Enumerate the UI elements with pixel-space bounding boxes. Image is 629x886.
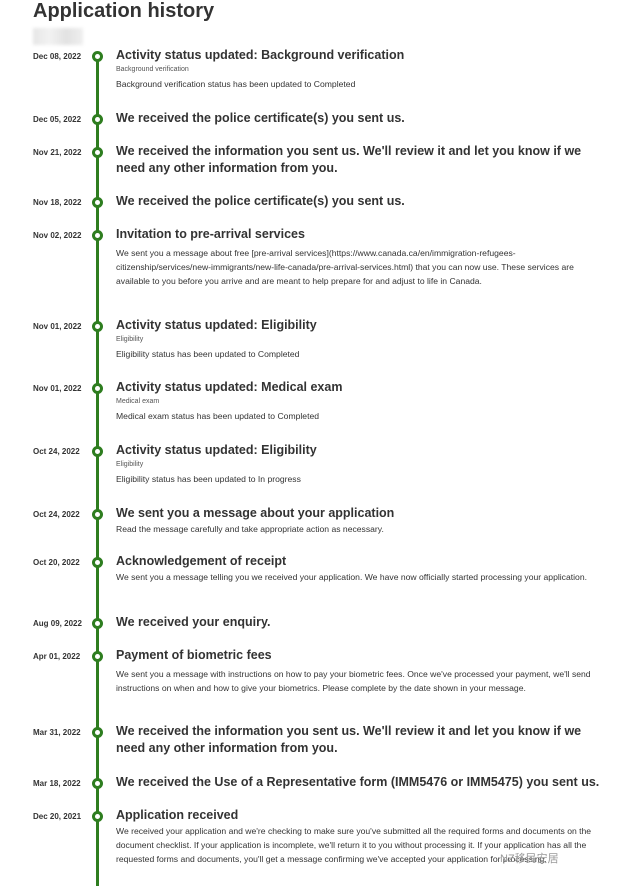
timeline-dot-icon [92,114,103,125]
event-subtitle: Background verification [116,66,189,73]
event-title: We received the information you sent us.… [116,144,582,175]
timeline-dot-icon [92,147,103,158]
timeline-dot-icon [92,618,103,629]
event-title: We received the police certificate(s) yo… [116,111,405,125]
watermark-logo: NZ移民安居 [500,853,559,865]
event-description: Medical exam status has been updated to … [116,411,320,421]
event-description: We sent you a message telling you we rec… [116,572,588,582]
timeline-dot-icon [92,778,103,789]
event-description: Background verification status has been … [116,79,356,89]
event-date: Nov 01, 2022 [33,322,82,331]
timeline-line [96,55,99,886]
event-title: Activity status updated: Medical exam [116,380,343,394]
event-subtitle: Medical exam [116,398,160,405]
timeline-dot-icon [92,446,103,457]
event-title: We received your enquiry. [116,615,271,629]
event-title: We received the police certificate(s) yo… [116,194,405,208]
event-description: Eligibility status has been updated to C… [116,349,300,359]
event-date: Oct 24, 2022 [33,510,80,519]
event-date: Nov 02, 2022 [33,231,82,240]
event-title: Activity status updated: Eligibility [116,318,317,332]
event-date: Dec 08, 2022 [33,52,82,61]
timeline-dot-icon [92,651,103,662]
timeline-dot-icon [92,321,103,332]
event-description: Eligibility status has been updated to I… [116,474,301,484]
timeline-dot-icon [92,51,103,62]
event-description: We sent you a message about free [pre-ar… [116,248,574,286]
timeline-dot-icon [92,197,103,208]
timeline-dot-icon [92,811,103,822]
page-title: Application history [33,0,215,22]
event-title: Payment of biometric fees [116,648,272,662]
timeline-dot-icon [92,509,103,520]
event-date: Dec 05, 2022 [33,115,82,124]
redacted-name [33,28,83,45]
event-subtitle: Eligibility [116,461,144,468]
event-date: Nov 21, 2022 [33,148,82,157]
event-title: We sent you a message about your applica… [116,506,395,520]
timeline-dot-icon [92,557,103,568]
event-date: Aug 09, 2022 [33,619,82,628]
event-title: Invitation to pre-arrival services [116,227,305,241]
event-title: Activity status updated: Background veri… [116,48,405,62]
event-date: Apr 01, 2022 [33,652,81,661]
timeline-dot-icon [92,383,103,394]
event-date: Mar 31, 2022 [33,728,81,737]
event-title: We received the Use of a Representative … [116,775,600,789]
event-description: We sent you a message with instructions … [116,669,591,693]
event-date: Dec 20, 2021 [33,812,82,821]
event-date: Oct 20, 2022 [33,558,80,567]
event-title: We received the information you sent us.… [116,724,582,755]
event-date: Nov 18, 2022 [33,198,82,207]
event-date: Mar 18, 2022 [33,779,81,788]
event-title: Acknowledgement of receipt [116,554,287,568]
event-date: Nov 01, 2022 [33,384,82,393]
event-date: Oct 24, 2022 [33,447,80,456]
event-title: Activity status updated: Eligibility [116,443,317,457]
timeline-dot-icon [92,727,103,738]
timeline-dot-icon [92,230,103,241]
event-description: Read the message carefully and take appr… [116,524,384,534]
event-subtitle: Eligibility [116,336,144,343]
event-title: Application received [116,808,239,822]
